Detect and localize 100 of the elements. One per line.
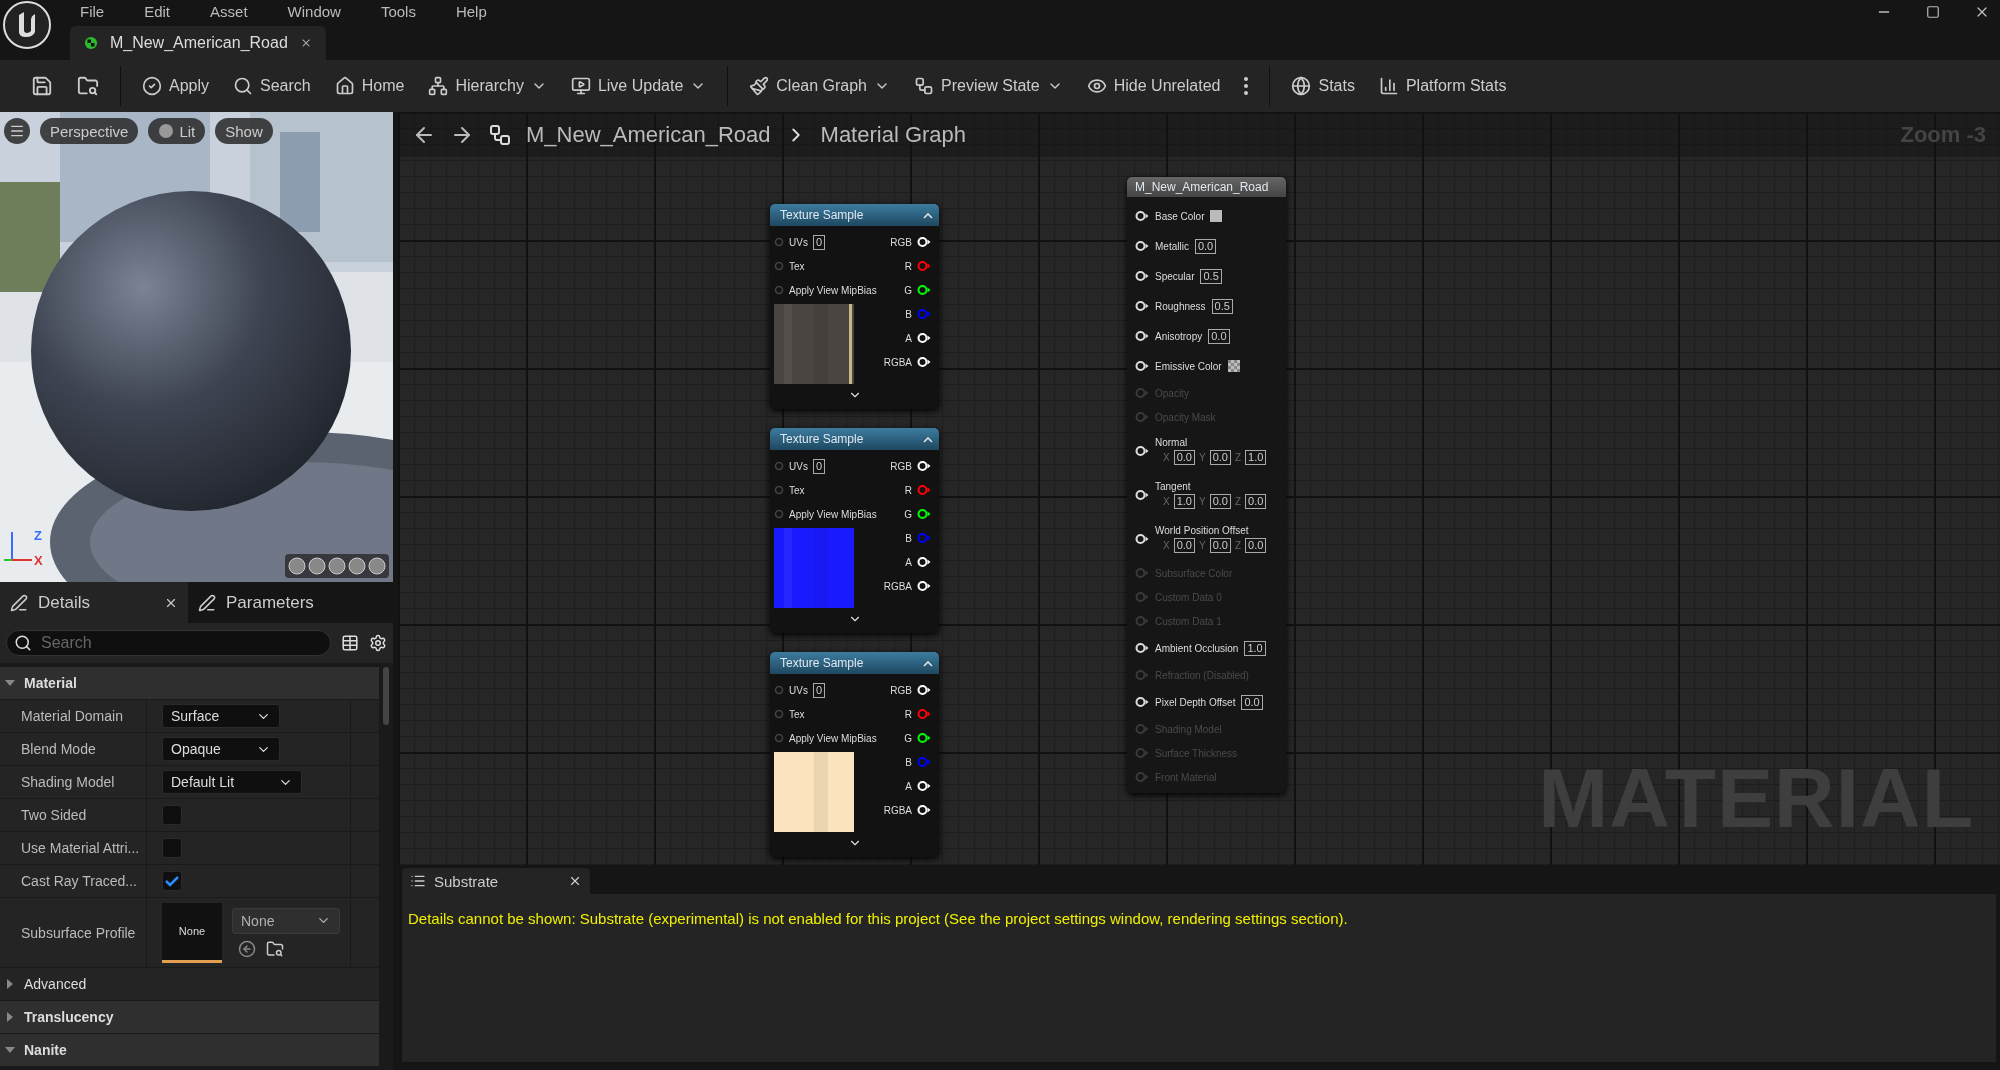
pin-icon[interactable] xyxy=(917,556,931,568)
pin-icon[interactable] xyxy=(917,580,931,592)
value-field[interactable]: 0.0 xyxy=(1245,494,1267,509)
dropdown[interactable]: Surface xyxy=(162,704,280,728)
menu-item[interactable]: Asset xyxy=(190,4,268,20)
pin-icon[interactable] xyxy=(1135,489,1149,501)
toolbar-button[interactable]: Home xyxy=(325,70,414,102)
pin-icon[interactable] xyxy=(1135,360,1149,372)
checkbox[interactable] xyxy=(162,838,182,858)
value-field[interactable]: 0 xyxy=(812,458,826,474)
close-icon[interactable] xyxy=(568,874,582,888)
value-field[interactable]: 0.0 xyxy=(1194,238,1217,254)
pin-icon[interactable] xyxy=(1135,210,1149,222)
checkbox[interactable] xyxy=(162,871,182,891)
texture-sample-node[interactable]: Texture Sample UVs 0 Tex Apply View MipBias RGB R G B A RGBA xyxy=(770,652,939,857)
toolbar-button[interactable]: Search xyxy=(224,70,320,102)
pin-icon[interactable] xyxy=(917,804,931,816)
texture-sample-node[interactable]: Texture Sample UVs 0 Tex Apply View MipBias RGB R G B A RGBA xyxy=(770,428,939,633)
toolbar-button[interactable]: Stats xyxy=(1282,70,1364,102)
pin-icon[interactable] xyxy=(917,732,931,744)
value-field[interactable]: 0.0 xyxy=(1245,538,1267,553)
pin-icon[interactable] xyxy=(1135,696,1149,708)
pin-icon[interactable] xyxy=(1135,240,1149,252)
value-field[interactable]: 1.0 xyxy=(1245,450,1267,465)
collapse-icon[interactable] xyxy=(923,211,933,219)
menu-item[interactable]: File xyxy=(60,4,125,20)
logo-icon[interactable] xyxy=(2,0,52,50)
value-field[interactable]: 0.0 xyxy=(1209,538,1231,553)
preview-shape-icon[interactable] xyxy=(348,557,366,575)
pin-icon[interactable] xyxy=(917,356,931,368)
dropdown[interactable]: Default Lit xyxy=(162,770,302,794)
preview-shape-icon[interactable] xyxy=(328,557,346,575)
pin-icon[interactable] xyxy=(1135,642,1149,654)
pin-icon[interactable] xyxy=(1135,445,1149,457)
folder-search-icon[interactable] xyxy=(266,939,284,958)
value-field[interactable]: 0 xyxy=(812,234,826,250)
section-header[interactable]: Advanced xyxy=(0,968,379,1001)
panel-tab[interactable]: Details xyxy=(0,582,188,623)
color-swatch[interactable] xyxy=(1227,360,1240,372)
value-field[interactable]: 0 xyxy=(812,682,826,698)
value-field[interactable]: 0.0 xyxy=(1208,328,1230,344)
pin-icon[interactable] xyxy=(917,460,931,472)
section-header[interactable]: Translucency xyxy=(0,1001,379,1034)
value-field[interactable]: 0.0 xyxy=(1209,494,1231,509)
menu-item[interactable]: Edit xyxy=(124,4,191,20)
pin-icon[interactable] xyxy=(917,780,931,792)
value-field[interactable]: 0.5 xyxy=(1211,298,1233,314)
preview-shape-icon[interactable] xyxy=(308,557,326,575)
viewport-button[interactable]: Show xyxy=(215,118,273,144)
checkbox[interactable] xyxy=(162,805,182,825)
value-field[interactable]: 0.5 xyxy=(1200,268,1222,284)
texture-sample-node[interactable]: Texture Sample UVs 0 Tex Apply View MipBias RGB R G B A RGBA xyxy=(770,204,939,409)
search-field[interactable]: Search xyxy=(6,630,331,656)
asset-picker[interactable]: None xyxy=(232,907,340,934)
viewport-button[interactable]: Lit xyxy=(148,118,206,144)
toolbar-button[interactable]: Live Update xyxy=(561,70,716,102)
dropdown[interactable]: Opaque xyxy=(162,737,280,761)
value-field[interactable]: 0.0 xyxy=(1173,450,1195,465)
pin-icon[interactable] xyxy=(917,684,931,696)
toolbar-button[interactable]: Clean Graph xyxy=(740,70,899,102)
toolbar-button[interactable]: Hierarchy xyxy=(419,70,556,102)
viewport-button[interactable]: Perspective xyxy=(40,118,139,144)
pin-icon[interactable] xyxy=(917,332,931,344)
use-selected-icon[interactable] xyxy=(238,939,256,958)
menu-item[interactable]: Window xyxy=(267,4,361,20)
value-field[interactable]: 0.0 xyxy=(1173,538,1195,553)
pin-icon[interactable] xyxy=(1135,533,1149,545)
material-result-node[interactable] xyxy=(1127,177,1286,793)
scrollbar-thumb[interactable] xyxy=(383,667,389,725)
value-field[interactable]: 0.0 xyxy=(1209,450,1231,465)
toolbar-button[interactable]: Hide Unrelated xyxy=(1077,70,1230,102)
value-field[interactable]: 1.0 xyxy=(1244,640,1266,656)
document-tab[interactable]: M_New_American_Road xyxy=(70,26,326,60)
section-header[interactable]: Material xyxy=(0,667,379,700)
pin-icon[interactable] xyxy=(917,508,931,520)
maximize-icon[interactable] xyxy=(1926,5,1940,19)
pin-icon[interactable] xyxy=(917,284,931,296)
collapse-icon[interactable] xyxy=(923,659,933,667)
pin-icon[interactable] xyxy=(1135,300,1149,312)
color-swatch[interactable] xyxy=(1210,210,1223,222)
pin-icon[interactable] xyxy=(1135,270,1149,282)
table-icon[interactable] xyxy=(341,634,359,652)
preview-shape-icon[interactable] xyxy=(368,557,386,575)
breadcrumb-item[interactable]: Material Graph xyxy=(820,121,967,148)
menu-item[interactable]: Tools xyxy=(360,4,436,20)
breadcrumb-item[interactable]: M_New_American_Road xyxy=(526,121,771,148)
value-field[interactable]: 1.0 xyxy=(1173,494,1195,509)
settings-icon[interactable] xyxy=(369,634,387,652)
toolbar-button[interactable]: Apply xyxy=(133,70,219,102)
toolbar-button[interactable]: Preview State xyxy=(905,70,1072,102)
section-header[interactable]: Nanite xyxy=(0,1034,379,1067)
asset-thumbnail[interactable]: None xyxy=(162,902,222,963)
panel-tab[interactable]: Substrate xyxy=(402,868,590,894)
pin-icon[interactable] xyxy=(917,236,931,248)
menu-item[interactable]: Help xyxy=(435,4,507,20)
preview-shape-icon[interactable] xyxy=(288,557,306,575)
value-field[interactable]: 0.0 xyxy=(1241,694,1263,710)
toolbar-button[interactable]: Platform Stats xyxy=(1369,70,1516,102)
collapse-icon[interactable] xyxy=(923,435,933,443)
pin-icon[interactable] xyxy=(1135,330,1149,342)
